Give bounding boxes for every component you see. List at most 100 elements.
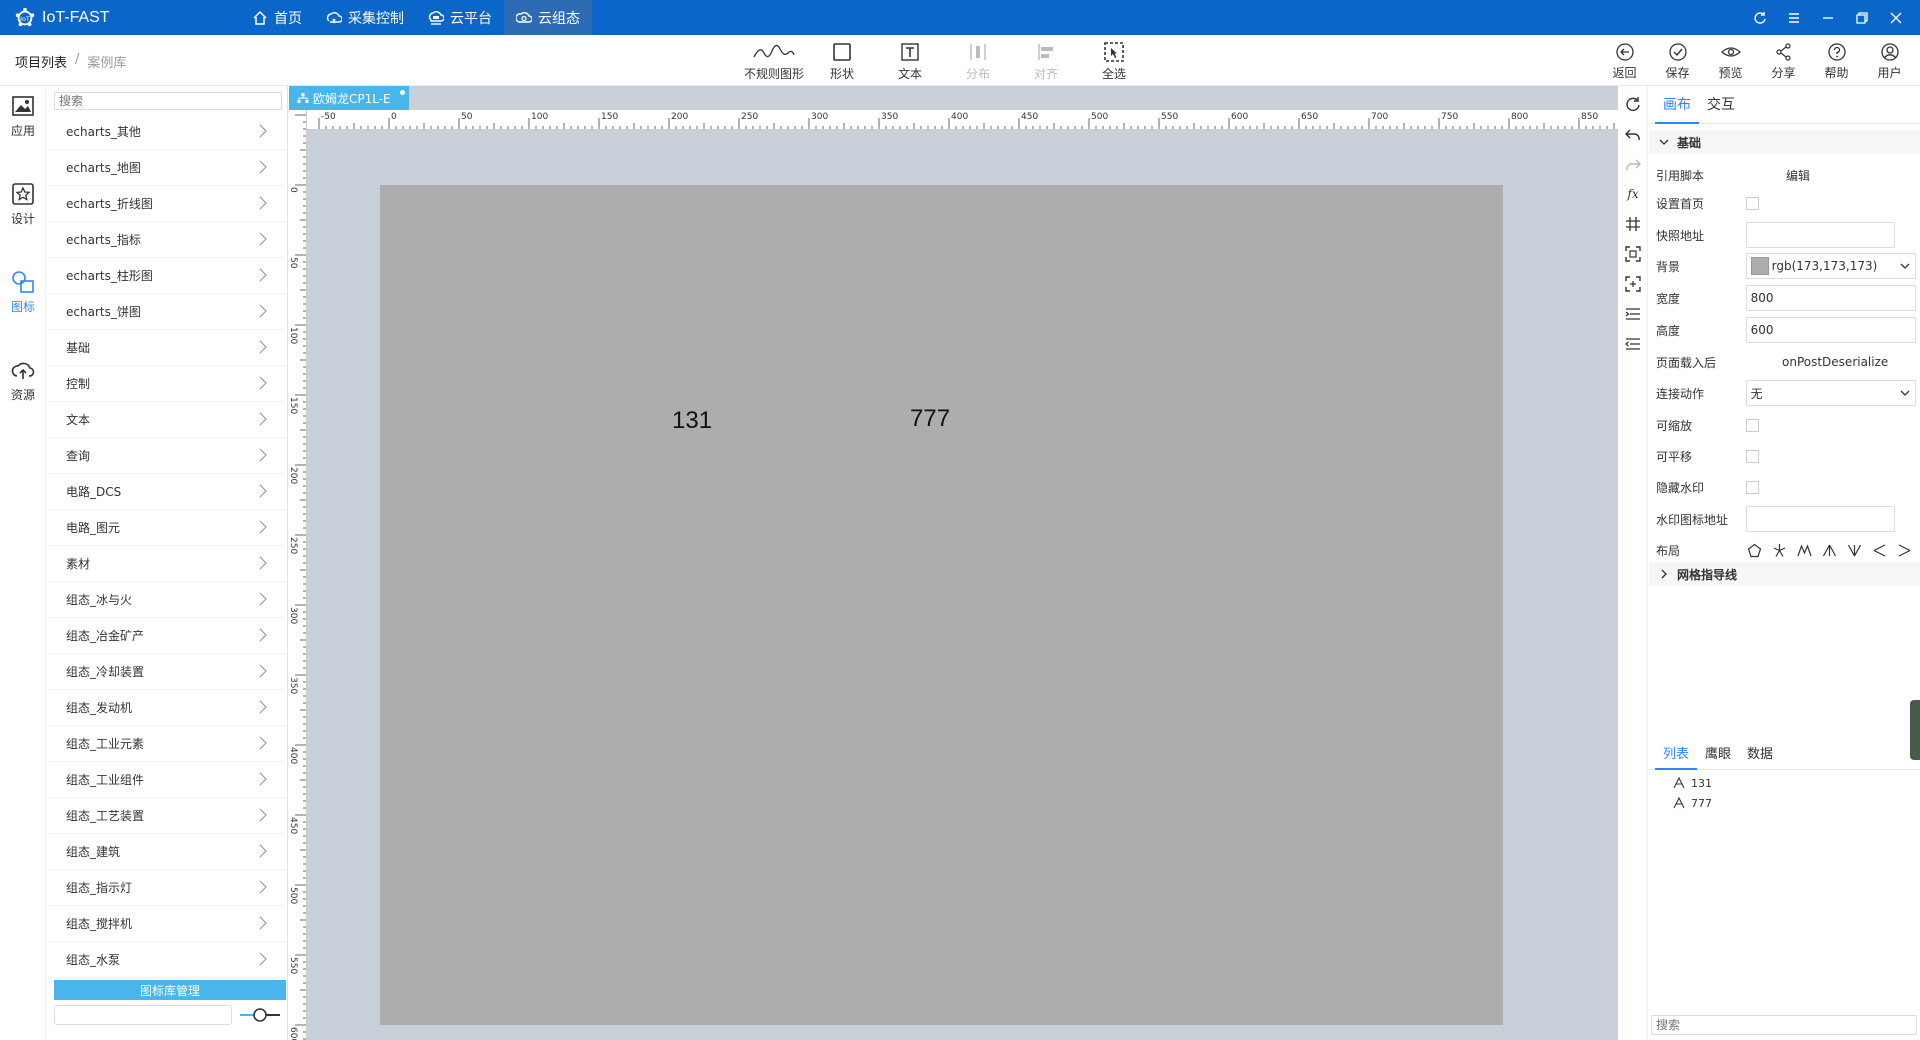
library-category-item[interactable]: 组态_冶金矿产 — [48, 618, 288, 654]
basic-section-header[interactable]: 基础 — [1649, 130, 1920, 154]
tab-data[interactable]: 数据 — [1739, 740, 1781, 770]
canvas-tab[interactable]: 欧姆龙CP1L-E — [289, 86, 409, 110]
layout-left-button[interactable] — [1871, 542, 1888, 559]
outdent-button[interactable] — [1623, 334, 1643, 354]
leftnav-icons[interactable]: 图标 — [0, 262, 46, 322]
menu-button[interactable] — [1784, 8, 1804, 28]
align-tool[interactable]: 对齐 — [1012, 39, 1080, 83]
library-category-item[interactable]: 电路_DCS — [48, 474, 288, 510]
library-category-item[interactable]: 电路_图元 — [48, 510, 288, 546]
preview-button[interactable]: 预览 — [1704, 39, 1757, 83]
library-category-item[interactable]: echarts_折线图 — [48, 186, 288, 222]
irregular-shape-tool[interactable]: 不规则图形 — [740, 39, 808, 83]
library-search-input[interactable] — [54, 92, 282, 110]
library-category-item[interactable]: echarts_其他 — [48, 114, 288, 150]
restore-button[interactable] — [1852, 8, 1872, 28]
nav-cloud-platform[interactable]: 云平台 — [416, 0, 504, 35]
layout-m-button[interactable] — [1796, 542, 1813, 559]
pannable-checkbox[interactable] — [1746, 449, 1759, 463]
layout-down-button[interactable] — [1846, 542, 1863, 559]
library-category-item[interactable]: 组态_水泵 — [48, 942, 288, 978]
library-manage-button[interactable]: 图标库管理 — [54, 980, 286, 1000]
refresh-button[interactable] — [1750, 8, 1770, 28]
actual-size-button[interactable] — [1623, 274, 1643, 294]
library-category-item[interactable]: 查询 — [48, 438, 288, 474]
snapshot-input[interactable] — [1746, 222, 1895, 248]
grid-button[interactable] — [1623, 214, 1643, 234]
layout-up-button[interactable] — [1821, 542, 1838, 559]
breadcrumb-project-list[interactable]: 项目列表 — [15, 52, 67, 71]
design-page[interactable]: 131 777 — [380, 185, 1503, 1025]
leftnav-design[interactable]: 设计 — [0, 174, 46, 234]
text-tool[interactable]: 文本 — [876, 39, 944, 83]
distribute-tool[interactable]: 分布 — [944, 39, 1012, 83]
library-category-item[interactable]: 组态_搅拌机 — [48, 906, 288, 942]
tab-interaction[interactable]: 交互 — [1699, 86, 1743, 124]
layout-right-button[interactable] — [1896, 542, 1913, 559]
nav-cloud-config[interactable]: 云组态 — [504, 0, 592, 35]
script-edit-link[interactable]: 编辑 — [1786, 167, 1810, 184]
library-category-item[interactable]: 控制 — [48, 366, 288, 402]
tab-eagle-eye[interactable]: 鹰眼 — [1697, 740, 1739, 770]
zoomable-checkbox[interactable] — [1746, 418, 1759, 432]
undo-button[interactable] — [1623, 124, 1643, 144]
select-all-tool[interactable]: 全选 — [1080, 39, 1148, 83]
library-category-item[interactable]: 组态_工艺装置 — [48, 798, 288, 834]
close-button[interactable] — [1886, 8, 1906, 28]
share-button[interactable]: 分享 — [1757, 39, 1810, 83]
rotate-button[interactable] — [1623, 94, 1643, 114]
link-action-select[interactable]: 无 — [1745, 380, 1916, 406]
breadcrumb-case-library[interactable]: 案例库 — [87, 52, 126, 71]
library-category-item[interactable]: 组态_建筑 — [48, 834, 288, 870]
layer-search-input[interactable] — [1651, 1015, 1917, 1035]
homepage-checkbox[interactable] — [1746, 196, 1759, 210]
library-category-item[interactable]: 文本 — [48, 402, 288, 438]
function-icon[interactable]: fx — [1623, 184, 1643, 204]
width-input[interactable]: 800 — [1745, 285, 1916, 311]
canvas-text-777[interactable]: 777 — [910, 405, 950, 433]
layer-item-777[interactable]: 777 — [1673, 794, 1873, 812]
library-category-item[interactable]: 组态_冰与火 — [48, 582, 288, 618]
back-button[interactable]: 返回 — [1598, 39, 1651, 83]
canvas-text-131[interactable]: 131 — [672, 407, 712, 435]
watermark-icon-input[interactable] — [1746, 506, 1895, 532]
leftnav-app[interactable]: 应用 — [0, 86, 46, 146]
leftnav-resources[interactable]: 资源 — [0, 350, 46, 410]
library-filter-input[interactable] — [54, 1005, 232, 1025]
app-logo[interactable]: IoT IoT-FAST — [14, 7, 110, 29]
library-category-item[interactable]: 组态_冷却装置 — [48, 654, 288, 690]
background-select[interactable]: rgb(173,173,173) — [1745, 253, 1916, 279]
fit-screen-button[interactable] — [1623, 244, 1643, 264]
shape-tool[interactable]: 形状 — [808, 39, 876, 83]
library-category-label: 组态_发动机 — [66, 701, 133, 715]
nav-collect[interactable]: 采集控制 — [314, 0, 416, 35]
save-button[interactable]: 保存 — [1651, 39, 1704, 83]
help-button[interactable]: 帮助 — [1810, 39, 1863, 83]
library-category-item[interactable]: 组态_工业组件 — [48, 762, 288, 798]
library-category-item[interactable]: 素材 — [48, 546, 288, 582]
grid-guide-section[interactable]: 网格指导线 — [1649, 562, 1920, 586]
library-category-item[interactable]: 组态_工业元素 — [48, 726, 288, 762]
library-category-item[interactable]: 组态_发动机 — [48, 690, 288, 726]
size-slider[interactable] — [238, 1007, 282, 1023]
library-category-item[interactable]: echarts_饼图 — [48, 294, 288, 330]
library-category-item[interactable]: echarts_指标 — [48, 222, 288, 258]
layer-item-131[interactable]: 131 — [1673, 774, 1873, 792]
library-category-item[interactable]: echarts_地图 — [48, 150, 288, 186]
redo-button[interactable] — [1623, 154, 1643, 174]
library-category-item[interactable]: 基础 — [48, 330, 288, 366]
library-category-item[interactable]: echarts_柱形图 — [48, 258, 288, 294]
nav-home[interactable]: 首页 — [240, 0, 314, 35]
side-drawer-handle[interactable] — [1910, 700, 1920, 760]
layout-star-button[interactable] — [1771, 542, 1788, 559]
minimize-button[interactable] — [1818, 8, 1838, 28]
indent-button[interactable] — [1623, 304, 1643, 324]
user-button[interactable]: 用户 — [1863, 39, 1916, 83]
onload-value[interactable]: onPostDeserialize — [1782, 355, 1888, 369]
height-input[interactable]: 600 — [1745, 317, 1916, 343]
hide-watermark-checkbox[interactable] — [1746, 480, 1759, 494]
layout-pentagon-button[interactable] — [1746, 542, 1763, 559]
tab-canvas[interactable]: 画布 — [1655, 86, 1699, 124]
library-category-item[interactable]: 组态_指示灯 — [48, 870, 288, 906]
tab-list[interactable]: 列表 — [1655, 740, 1698, 770]
